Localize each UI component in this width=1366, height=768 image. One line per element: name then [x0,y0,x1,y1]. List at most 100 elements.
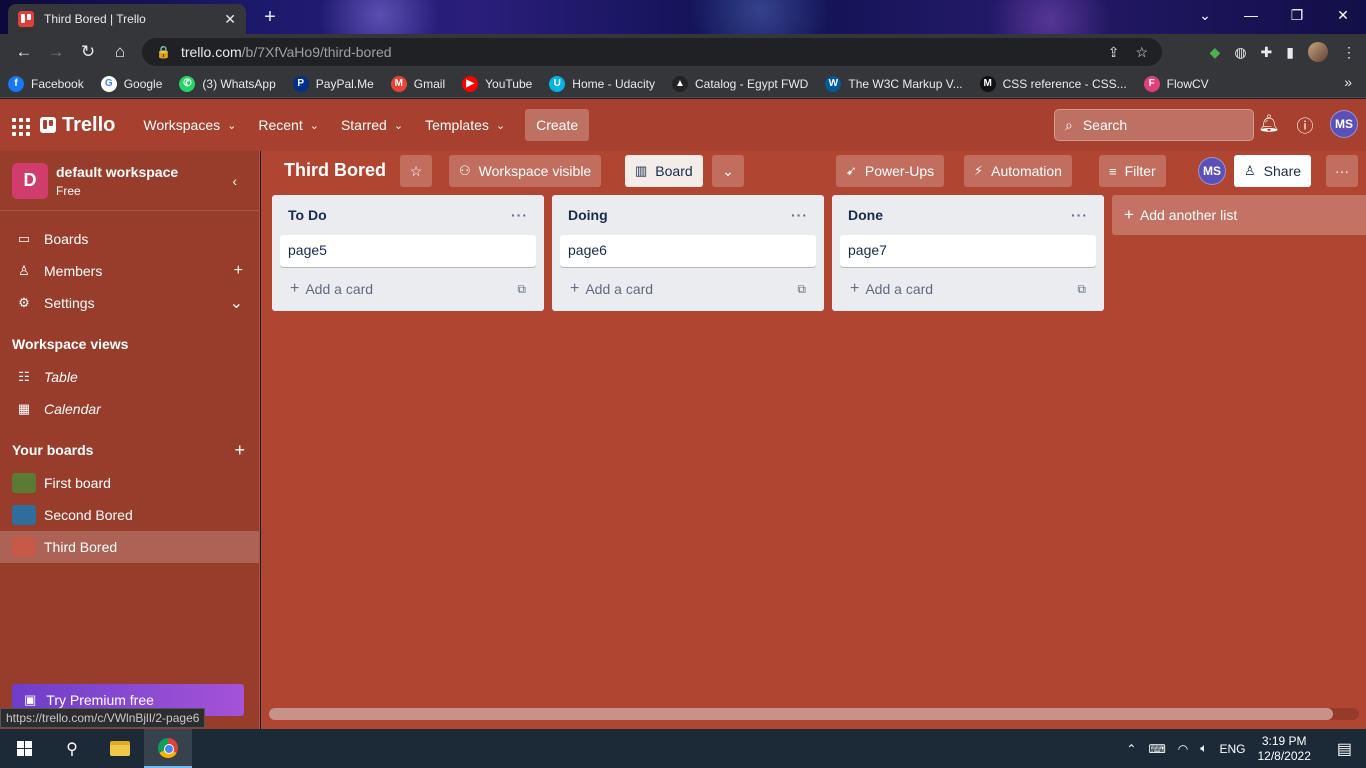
automation-button[interactable]: ⚡︎ Automation [964,155,1072,187]
address-bar[interactable]: 🔒 trello.com/b/7XfVaHo9/third-bored ⇪ ☆ [142,38,1162,66]
side-panel-icon[interactable]: ▮ [1286,44,1294,61]
scrollbar-thumb[interactable] [269,708,1333,720]
list-header[interactable]: Doing ··· [560,199,816,231]
volume-icon[interactable]: 🔈︎ [1200,741,1207,756]
list-menu-icon[interactable]: ··· [791,207,808,223]
sidebar-item-settings[interactable]: ⚙ Settings ⌄ [0,287,259,319]
filter-button[interactable]: ≡ Filter [1099,155,1166,187]
sidebar-item-calendar[interactable]: ▦ Calendar [0,393,259,425]
forward-button[interactable]: → [40,38,72,66]
extension-icon[interactable]: ◆ [1210,44,1221,61]
card-template-icon[interactable]: ⧉ [1077,282,1086,297]
notifications-icon[interactable]: 🔔︎ [1258,114,1280,134]
bookmark-item[interactable]: W The W3C Markup V... [825,75,963,92]
tab-search-icon[interactable]: ⌄ [1182,0,1228,30]
app-switcher-icon[interactable] [8,114,30,136]
add-list-button[interactable]: + Add another list [1112,195,1366,235]
globe-extension-icon[interactable]: ◍ [1234,44,1246,61]
bookmark-item[interactable]: ▲ Catalog - Egypt FWD [671,75,808,92]
list-menu-icon[interactable]: ··· [1071,207,1088,223]
wifi-icon[interactable]: ◠ [1178,742,1188,756]
list-menu-icon[interactable]: ··· [511,207,528,223]
board-member-avatar[interactable]: MS [1198,157,1226,185]
add-card-button[interactable]: + Add a card ⧉ [280,275,536,303]
reload-button[interactable]: ↻ [72,38,104,66]
sidebar-board-second[interactable]: Second Bored [0,499,259,531]
star-icon: ☆ [409,162,423,179]
chevron-down-icon[interactable]: ⌄ [230,293,243,313]
board-menu-button[interactable]: ··· [1326,155,1358,187]
card[interactable]: page5 [280,235,536,267]
nav-workspaces[interactable]: Workspaces ⌄ [133,109,246,141]
nav-starred[interactable]: Starred ⌄ [331,109,413,141]
sidebar-item-members[interactable]: ♙ Members + [0,255,259,287]
board-title[interactable]: Third Bored [284,160,386,181]
new-tab-button[interactable]: + [258,5,282,29]
close-window-button[interactable]: ✕ [1320,0,1366,30]
nav-templates[interactable]: Templates ⌄ [415,109,515,141]
search-input[interactable]: ⌕ Search [1054,109,1254,141]
card[interactable]: page6 [560,235,816,267]
home-button[interactable]: ⌂ [104,38,136,66]
help-icon[interactable]: ⓘ [1294,112,1316,137]
bookmark-item[interactable]: ▶ YouTube [462,75,532,92]
back-button[interactable]: ← [8,38,40,66]
minimize-button[interactable]: — [1228,0,1274,30]
card-template-icon[interactable]: ⧉ [797,282,806,297]
bookmark-item[interactable]: f Facebook [8,75,84,92]
list-header[interactable]: Done ··· [840,199,1096,231]
chevron-up-icon[interactable]: ⌃ [1126,742,1136,756]
sidebar-board-first[interactable]: First board [0,467,259,499]
create-button[interactable]: Create [525,109,590,141]
card[interactable]: page7 [840,235,1096,267]
workspace-name[interactable]: default workspace [56,164,178,180]
sidebar-board-third[interactable]: Third Bored [0,531,259,563]
keyboard-icon[interactable]: ⌨ [1148,742,1165,756]
profile-avatar[interactable] [1308,42,1328,62]
bookmark-star-icon[interactable]: ☆ [1135,44,1148,61]
bookmark-item[interactable]: F FlowCV [1143,75,1209,92]
close-tab-icon[interactable]: ✕ [224,11,236,28]
search-button[interactable]: ⚲ [48,729,96,768]
mdn-icon: M [979,75,996,92]
add-card-button[interactable]: + Add a card ⧉ [840,275,1096,303]
chrome-menu-icon[interactable]: ⋮ [1342,44,1356,61]
lock-icon[interactable]: 🔒 [156,45,171,59]
bookmark-item[interactable]: P PayPal.Me [292,75,374,92]
restore-button[interactable]: ❐ [1274,0,1320,30]
bookmark-item[interactable]: U Home - Udacity [549,75,655,92]
board-view-button[interactable]: ▥ Board [625,155,703,187]
notifications-icon[interactable]: ▤ [1337,739,1352,759]
card-template-icon[interactable]: ⧉ [517,282,526,297]
clock[interactable]: 3:19 PM 12/8/2022 [1257,734,1310,764]
power-ups-button[interactable]: ➹ Power-Ups [836,155,945,187]
trello-logo[interactable]: Trello [40,114,115,137]
collapse-sidebar-icon[interactable]: ‹ [232,173,237,189]
nav-recent[interactable]: Recent ⌄ [248,109,329,141]
share-button[interactable]: ♙ Share [1234,155,1312,187]
bookmark-item[interactable]: ✆ (3) WhatsApp [179,75,276,92]
add-member-icon[interactable]: + [234,262,243,280]
star-board-button[interactable]: ☆ [400,155,432,187]
share-page-icon[interactable]: ⇪ [1108,44,1120,61]
sidebar-item-boards[interactable]: ▭ Boards [0,223,259,255]
add-card-button[interactable]: + Add a card ⧉ [560,275,816,303]
more-bookmarks-icon[interactable]: » [1344,74,1352,90]
add-board-icon[interactable]: + [234,440,245,461]
browser-tab[interactable]: Third Bored | Trello ✕ [8,4,246,34]
list-header[interactable]: To Do ··· [280,199,536,231]
horizontal-scrollbar[interactable] [269,708,1359,720]
language-indicator[interactable]: ENG [1219,742,1245,756]
workspace-views-heading: Workspace views [12,336,129,352]
bookmark-item[interactable]: M Gmail [390,75,445,92]
puzzle-icon[interactable]: ✚ [1261,44,1273,61]
start-button[interactable] [0,729,48,768]
visibility-button[interactable]: ⚇ Workspace visible [449,155,602,187]
file-explorer-button[interactable] [96,729,144,768]
chrome-taskbar-button[interactable] [144,729,192,768]
account-avatar[interactable]: MS [1330,110,1358,138]
sidebar-item-table[interactable]: ☷ Table [0,361,259,393]
bookmark-item[interactable]: M CSS reference - CSS... [979,75,1127,92]
bookmark-item[interactable]: G Google [100,75,162,92]
view-switcher-button[interactable]: ⌄ [712,155,744,187]
